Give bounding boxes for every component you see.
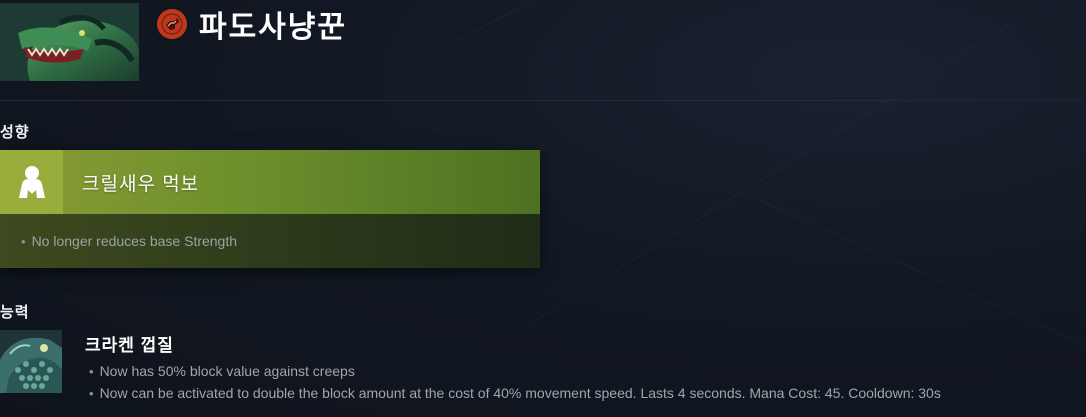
- kraken-shell-icon: [0, 330, 62, 393]
- facet-icon-box: [0, 150, 63, 214]
- facet-card[interactable]: 크릴새우 먹보 • No longer reduces base Strengt…: [0, 150, 540, 268]
- background-streak: [520, 23, 1012, 331]
- facet-header: 크릴새우 먹보: [0, 150, 540, 214]
- ability-icon[interactable]: [0, 330, 62, 393]
- hero-name: 파도사냥꾼: [199, 10, 347, 45]
- facet-note-row: • No longer reduces base Strength: [21, 233, 237, 249]
- hero-portrait: [0, 3, 139, 81]
- bullet-icon: •: [89, 363, 94, 379]
- facet-body: • No longer reduces base Strength: [0, 214, 540, 268]
- ability-note: Now can be activated to double the block…: [99, 385, 941, 401]
- tidehunter-portrait-icon: [0, 3, 139, 81]
- bullet-icon: •: [21, 233, 26, 249]
- background-streak: [420, 0, 968, 61]
- facet-name: 크릴새우 먹보: [82, 173, 200, 195]
- ability-notes: • Now has 50% block value against creeps…: [89, 360, 941, 404]
- background-streak: [760, 200, 1086, 347]
- strength-attribute-icon: [157, 9, 187, 39]
- facet-section-heading: 성향: [0, 124, 30, 141]
- header-divider: [0, 100, 1086, 101]
- ability-note-row: • Now can be activated to double the blo…: [89, 382, 941, 404]
- ability-name: 크라켄 껍질: [85, 336, 174, 355]
- person-silhouette-icon: [18, 166, 45, 198]
- ability-note: Now has 50% block value against creeps: [99, 363, 355, 379]
- ability-note-row: • Now has 50% block value against creeps: [89, 360, 941, 382]
- bullet-icon: •: [89, 385, 94, 401]
- abilities-section-heading: 능력: [0, 304, 30, 321]
- hero-title: 파도사냥꾼: [157, 5, 347, 45]
- facet-note: No longer reduces base Strength: [31, 233, 238, 249]
